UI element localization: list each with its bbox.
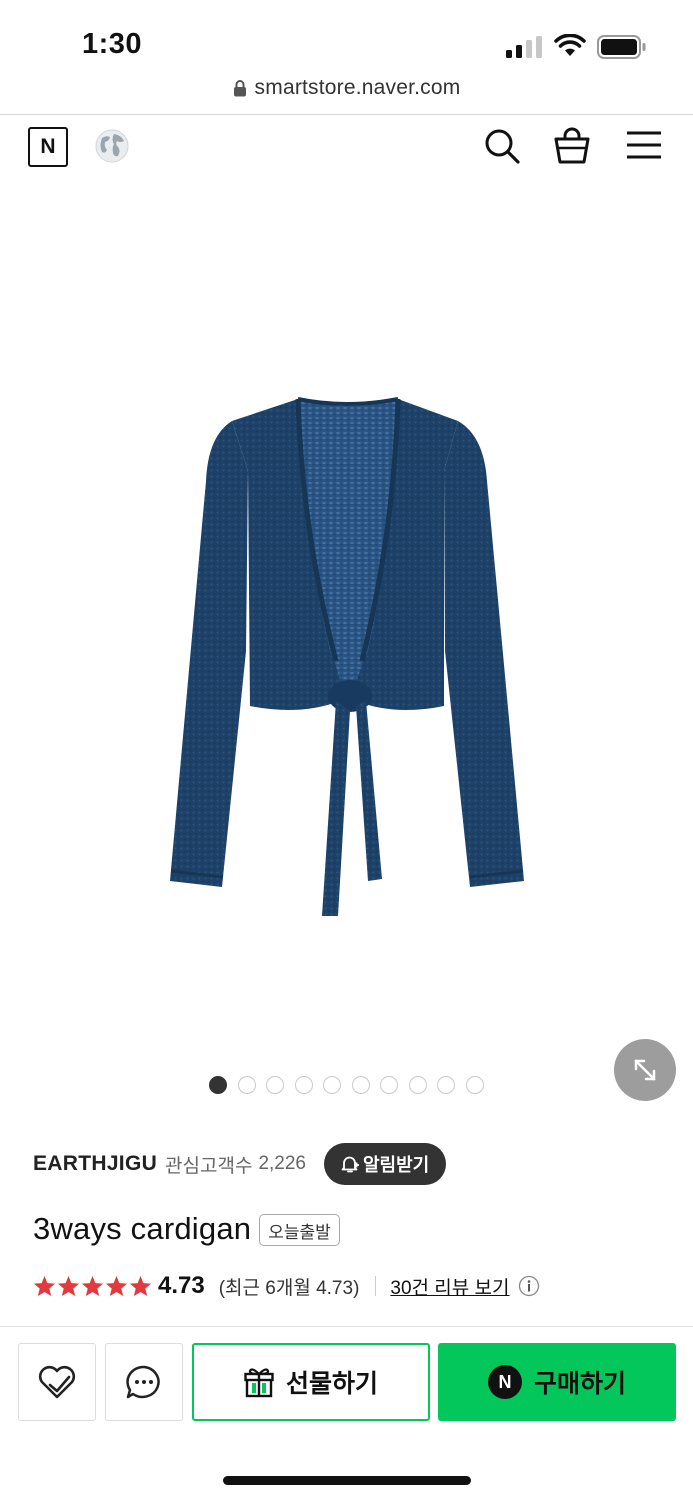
cellular-signal-icon xyxy=(506,36,542,58)
globe-icon[interactable] xyxy=(94,128,130,164)
pagination-dot[interactable] xyxy=(209,1076,227,1094)
review-link[interactable]: 30건 리뷰 보기 xyxy=(390,1273,509,1300)
gift-icon xyxy=(244,1368,274,1398)
pagination-dot[interactable] xyxy=(351,1076,370,1094)
recent-rating: (최근 6개월 4.73) xyxy=(218,1277,360,1299)
search-icon[interactable] xyxy=(483,127,521,165)
divider xyxy=(375,1276,377,1296)
pagination-dot[interactable] xyxy=(323,1076,341,1094)
status-bar: 1:30 xyxy=(0,0,693,72)
buy-label: 구매하기 xyxy=(533,1370,626,1398)
star-icon xyxy=(81,1275,104,1297)
interest-count: 2,226 xyxy=(258,1153,306,1174)
lock-icon xyxy=(233,80,246,97)
product-image[interactable] xyxy=(0,181,693,1061)
notify-button[interactable]: 알림받기 xyxy=(324,1143,447,1185)
pagination-dot[interactable] xyxy=(437,1076,455,1094)
site-header: N xyxy=(0,115,693,181)
pagination-dot[interactable] xyxy=(237,1076,256,1094)
rating-row: 4.73 (최근 6개월 4.73) 30건 리뷰 보기 xyxy=(33,1266,540,1306)
divider xyxy=(0,1326,693,1327)
same-day-shipping-badge: 오늘출발 xyxy=(259,1214,340,1246)
cardigan-illustration xyxy=(170,397,524,916)
expand-arrows-icon xyxy=(634,1059,656,1081)
star-icon xyxy=(105,1275,128,1297)
pagination-dot[interactable] xyxy=(266,1076,284,1094)
notify-label: 알림받기 xyxy=(363,1155,430,1175)
chat-bubble-icon xyxy=(126,1365,160,1399)
product-title-row: 3ways cardigan 오늘출발 xyxy=(33,1208,340,1250)
naver-pay-logo: N xyxy=(487,1365,522,1399)
purchase-action-bar: 선물하기 N 구매하기 xyxy=(0,1343,693,1421)
product-title: 3ways cardigan xyxy=(33,1211,252,1246)
heart-check-icon xyxy=(38,1365,76,1399)
status-time: 1:30 xyxy=(82,28,143,60)
store-info: EARTHJIGU 관심고객수 2,226 알림받기 xyxy=(33,1142,447,1186)
home-indicator xyxy=(223,1476,471,1485)
pagination-dot[interactable] xyxy=(408,1076,427,1094)
gift-label: 선물하기 xyxy=(285,1370,378,1398)
chat-button[interactable] xyxy=(105,1343,183,1421)
bell-plus-icon xyxy=(341,1156,359,1173)
pagination-dot[interactable] xyxy=(380,1076,398,1094)
star-icon xyxy=(129,1275,152,1297)
star-rating xyxy=(33,1275,152,1297)
buy-button[interactable]: N 구매하기 xyxy=(438,1343,676,1421)
pagination-dot[interactable] xyxy=(465,1076,484,1094)
address-bar[interactable]: smartstore.naver.com xyxy=(0,72,693,114)
url-text: smartstore.naver.com xyxy=(254,76,461,99)
info-icon[interactable] xyxy=(518,1275,540,1297)
store-name[interactable]: EARTHJIGU xyxy=(33,1152,157,1176)
battery-icon xyxy=(597,35,646,59)
rating-value: 4.73 xyxy=(158,1272,205,1299)
gift-button[interactable]: 선물하기 xyxy=(192,1343,430,1421)
naver-logo[interactable]: N xyxy=(28,127,68,167)
wishlist-button[interactable] xyxy=(18,1343,96,1421)
pagination-dot[interactable] xyxy=(294,1076,313,1094)
shopping-bag-icon[interactable] xyxy=(554,127,590,165)
image-pagination xyxy=(209,1076,484,1094)
star-icon xyxy=(57,1275,80,1297)
star-icon xyxy=(33,1275,56,1297)
expand-image-button[interactable] xyxy=(614,1039,676,1101)
menu-icon[interactable] xyxy=(626,129,662,161)
interest-label: 관심고객수 xyxy=(165,1155,253,1177)
wifi-icon xyxy=(554,34,586,56)
